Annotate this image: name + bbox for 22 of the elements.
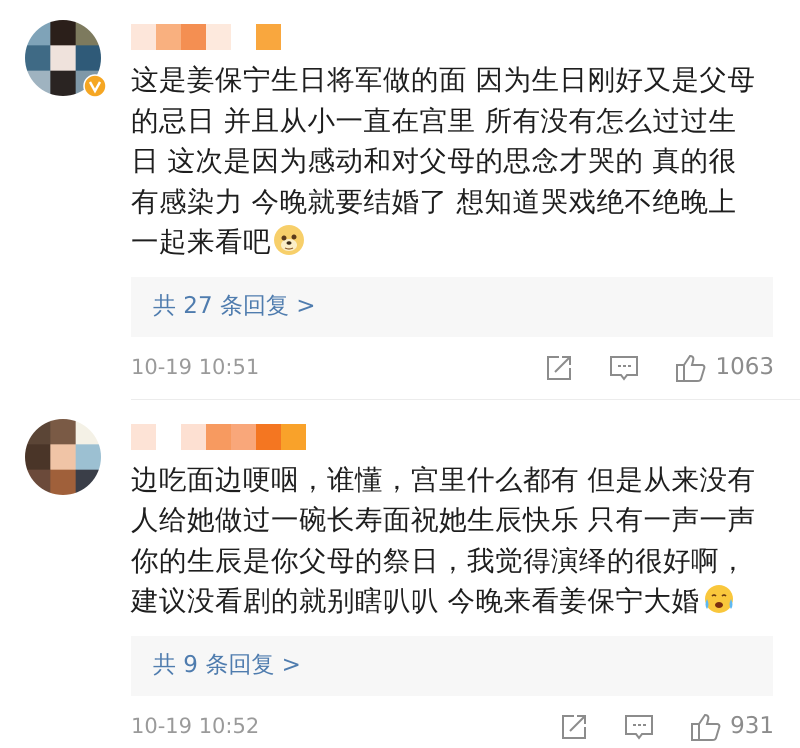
comment-text: 边吃面边哽咽，谁懂，宫里什么都有 但是从来没有 [131, 462, 756, 498]
comment-time: 10-19 10:52 [131, 712, 260, 740]
comment-text: 一起来看吧 [131, 222, 305, 262]
share-icon[interactable] [545, 354, 574, 382]
comment-icon[interactable] [609, 354, 640, 382]
comment-text: 你的生辰是你父母的祭日，我觉得演绎的很好啊， [131, 544, 747, 578]
comment-text: 的忌日 并且从小一直在宫里 所有没有怎么过过生 [131, 104, 736, 138]
comment-text: 有感染力 今晚就要结婚了 想知道哭戏绝不绝晚上 [131, 184, 736, 220]
comment-text: 建议没看剧的就别瞎叭叭 今晚来看姜保宁大婚 [131, 581, 736, 622]
like-count: 1063 [715, 353, 774, 382]
like-count: 931 [730, 712, 774, 742]
thumbs-up-icon[interactable] [690, 712, 722, 742]
replies-link[interactable]: 共 9 条回复 > [131, 636, 773, 696]
dog-emoji-icon [273, 224, 305, 256]
share-icon[interactable] [560, 712, 588, 740]
comment-text: 这是姜保宁生日将军做的面 因为生日刚好又是父母 [131, 63, 756, 98]
comment-icon[interactable] [624, 712, 654, 740]
comment-text: 日 这次是因为感动和对父母的思念才哭的 真的很 [131, 144, 736, 179]
replies-link[interactable]: 共 27 条回复 > [131, 276, 773, 336]
comment-time: 10-19 10:51 [131, 354, 260, 381]
thumbs-up-icon[interactable] [675, 352, 708, 382]
comment-text: 人给她做过一碗长寿面祝她生辰快乐 只有一声一声 [131, 503, 756, 538]
